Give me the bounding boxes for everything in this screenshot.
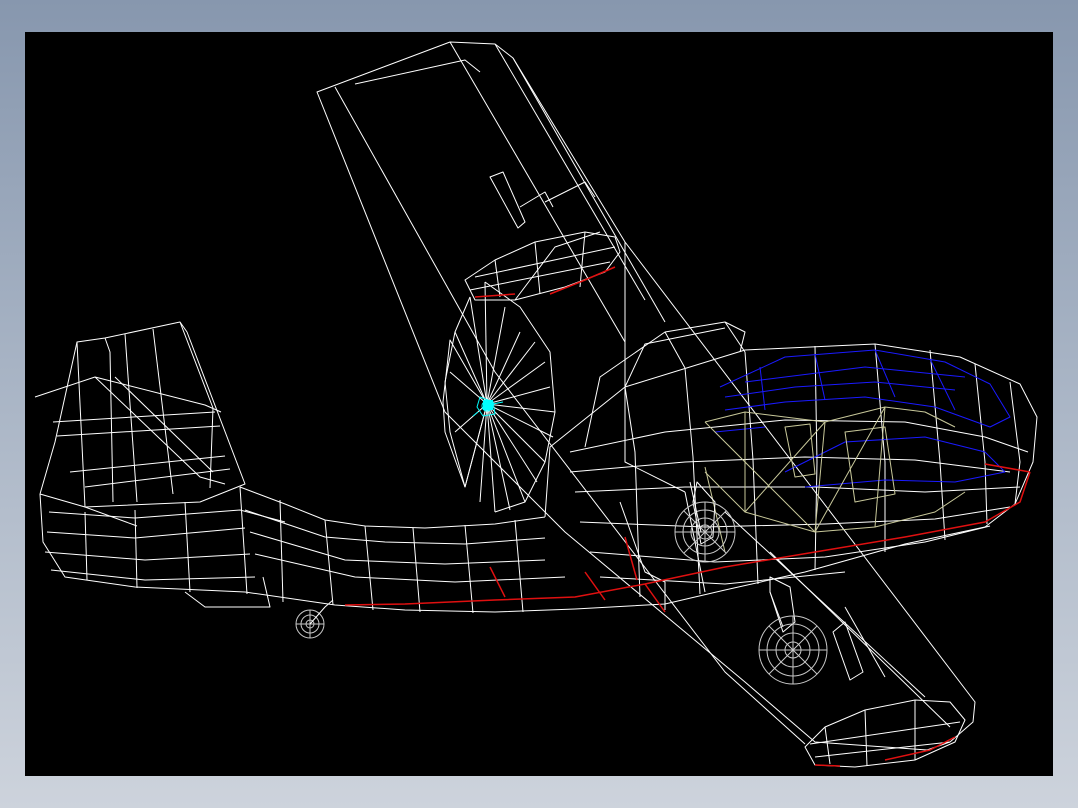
hull-waterline <box>344 266 1031 767</box>
fuselage-forward <box>544 321 1038 610</box>
wingtip-float-lower <box>804 699 966 768</box>
aircraft-wireframe <box>34 41 1038 768</box>
propeller-disc <box>442 281 556 513</box>
main-gear-left <box>674 481 736 563</box>
wing <box>316 41 976 751</box>
wingtip-float-upper <box>464 231 621 301</box>
tail-assembly <box>34 321 246 527</box>
tail-wheel <box>295 599 334 639</box>
main-gear-right <box>758 576 828 685</box>
cad-viewport[interactable] <box>25 32 1053 776</box>
